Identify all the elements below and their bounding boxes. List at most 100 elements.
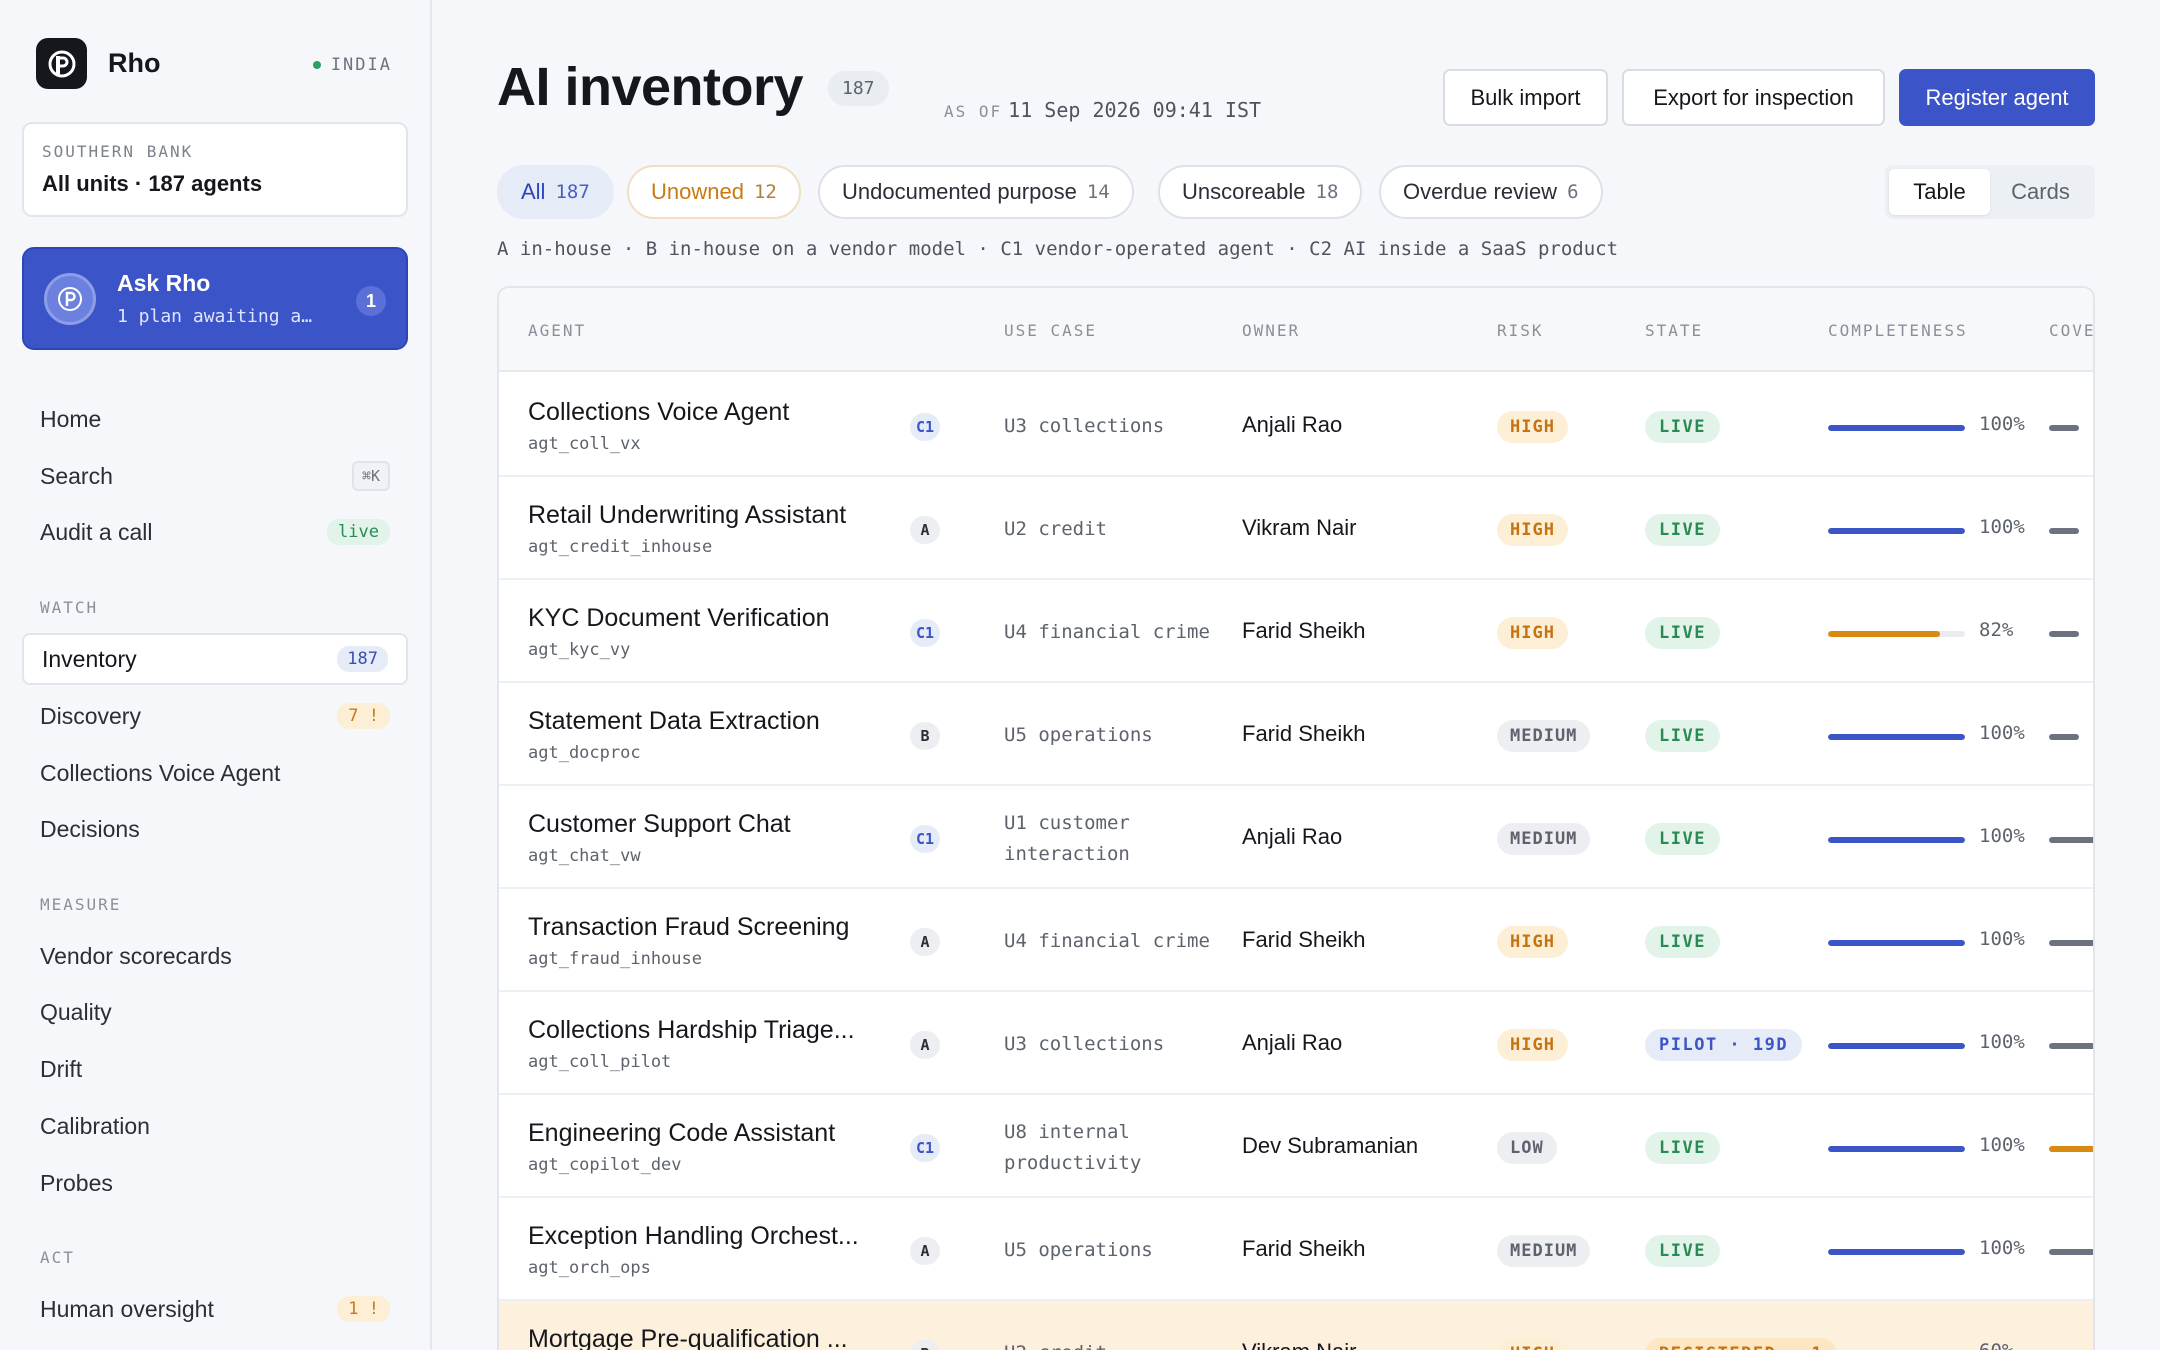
view-cards-tab[interactable]: Cards bbox=[1990, 169, 2091, 215]
table-row[interactable]: Transaction Fraud Screening agt_fraud_inh… bbox=[499, 889, 2093, 992]
col-usecase[interactable]: USE CASE bbox=[1004, 321, 1097, 340]
inventory-count-badge: 187 bbox=[337, 646, 388, 672]
brand[interactable]: Rho bbox=[36, 38, 160, 89]
completeness-bar bbox=[1828, 1249, 1965, 1255]
nav-calibration[interactable]: Calibration bbox=[22, 1100, 408, 1152]
ask-rho-badge: 1 bbox=[356, 286, 386, 316]
register-agent-button[interactable]: Register agent bbox=[1899, 69, 2095, 126]
completeness-fill bbox=[1828, 734, 1965, 740]
unit-selector[interactable]: SOUTHERN BANK All units · 187 agents bbox=[22, 122, 408, 217]
owner: Farid Sheikh bbox=[1242, 618, 1366, 643]
completeness-fill bbox=[1828, 631, 1941, 637]
filter-chip-undocumented[interactable]: Undocumented purpose 14 bbox=[818, 165, 1134, 219]
use-case: U4 financial crime bbox=[1004, 621, 1210, 643]
agent-id: agt_coll_pilot bbox=[528, 1052, 672, 1072]
use-case: U8 internal productivity bbox=[1004, 1121, 1142, 1174]
filter-chip-unscoreable[interactable]: Unscoreable 18 bbox=[1158, 165, 1363, 219]
title-count-badge: 187 bbox=[828, 71, 889, 106]
table-row[interactable]: Retail Underwriting Assistant agt_credit_… bbox=[499, 477, 2093, 580]
nav-home-label: Home bbox=[40, 405, 102, 432]
agent-name[interactable]: KYC Document Verification bbox=[528, 604, 888, 633]
col-coverage[interactable]: COVE bbox=[2049, 321, 2093, 340]
nav-probes[interactable]: Probes bbox=[22, 1157, 408, 1209]
table-row[interactable]: KYC Document Verification agt_kyc_vy C1 U4 … bbox=[499, 580, 2093, 683]
owner: Farid Sheikh bbox=[1242, 721, 1366, 746]
use-case: U4 financial crime bbox=[1004, 930, 1210, 952]
export-inspection-button[interactable]: Export for inspection bbox=[1622, 69, 1885, 126]
oversight-alert-badge: 1 ! bbox=[337, 1296, 390, 1322]
ask-rho-card[interactable]: Ask Rho 1 plan awaiting a… 1 bbox=[22, 247, 408, 350]
table-row[interactable]: Exception Handling Orchest... agt_orch_op… bbox=[499, 1198, 2093, 1301]
table-row[interactable]: Collections Hardship Triage... agt_coll_p… bbox=[499, 992, 2093, 1095]
nav-collections-label: Collections Voice Agent bbox=[40, 759, 281, 786]
agent-name[interactable]: Customer Support Chat bbox=[528, 810, 888, 839]
filter-chip-label: Unowned bbox=[651, 179, 744, 204]
risk-badge: LOW bbox=[1497, 1132, 1557, 1164]
nav-human-oversight[interactable]: Human oversight 1 ! bbox=[22, 1283, 408, 1335]
nav-decisions[interactable]: Decisions bbox=[22, 803, 408, 855]
col-owner[interactable]: OWNER bbox=[1242, 321, 1300, 340]
status-dot-icon bbox=[312, 61, 321, 69]
unit-label: SOUTHERN BANK bbox=[42, 142, 194, 161]
filter-chip-label: All bbox=[521, 179, 546, 204]
nav-quality-label: Quality bbox=[40, 998, 112, 1025]
state-badge: LIVE bbox=[1645, 1235, 1720, 1267]
table-row[interactable]: Mortgage Pre-qualification ... B U2 credit… bbox=[499, 1301, 2093, 1350]
agent-id: agt_kyc_vy bbox=[528, 640, 631, 660]
coverage-bar bbox=[2049, 940, 2093, 946]
coverage-bar bbox=[2049, 528, 2079, 534]
state-badge: PILOT · 19D bbox=[1645, 1029, 1803, 1061]
nav-audit-label: Audit a call bbox=[40, 518, 153, 545]
search-shortcut: ⌘K bbox=[351, 461, 390, 491]
nav-quality[interactable]: Quality bbox=[22, 986, 408, 1038]
completeness-fill bbox=[1828, 528, 1965, 534]
table-row[interactable]: Customer Support Chat agt_chat_vw C1 U1 cus… bbox=[499, 786, 2093, 889]
agent-name[interactable]: Collections Hardship Triage... bbox=[528, 1016, 888, 1045]
agent-name[interactable]: Statement Data Extraction bbox=[528, 707, 888, 736]
agent-type-badge: B bbox=[910, 722, 940, 750]
as-of-value: 11 Sep 2026 09:41 IST bbox=[1008, 98, 1262, 122]
nav-vendor-label: Vendor scorecards bbox=[40, 942, 232, 969]
col-risk[interactable]: RISK bbox=[1497, 321, 1544, 340]
filter-chip-label: Undocumented purpose bbox=[842, 179, 1077, 204]
section-watch: WATCH bbox=[40, 598, 99, 617]
bulk-import-button[interactable]: Bulk import bbox=[1443, 69, 1608, 126]
state-badge: LIVE bbox=[1645, 720, 1720, 752]
nav-audit-call[interactable]: Audit a call live bbox=[22, 506, 408, 558]
filter-chip-overdue[interactable]: Overdue review 6 bbox=[1379, 165, 1603, 219]
use-case: U1 customer interaction bbox=[1004, 812, 1130, 865]
completeness-pct: 100% bbox=[1979, 722, 2025, 744]
filter-chip-count: 18 bbox=[1315, 181, 1339, 203]
filter-chip-unowned[interactable]: Unowned 12 bbox=[627, 165, 801, 219]
nav-drift[interactable]: Drift bbox=[22, 1043, 408, 1095]
filter-chip-all[interactable]: All 187 bbox=[497, 165, 614, 219]
table-row[interactable]: Statement Data Extraction agt_docproc B U5 … bbox=[499, 683, 2093, 786]
completeness-bar bbox=[1828, 1146, 1965, 1152]
col-agent[interactable]: AGENT bbox=[528, 321, 586, 340]
use-case: U2 credit bbox=[1004, 518, 1107, 540]
table-row[interactable]: Engineering Code Assistant agt_copilot_de… bbox=[499, 1095, 2093, 1198]
completeness-pct: 82% bbox=[1979, 619, 2014, 641]
col-state[interactable]: STATE bbox=[1645, 321, 1703, 340]
nav-collections-voice-agent[interactable]: Collections Voice Agent bbox=[22, 747, 408, 799]
filter-chip-label: Unscoreable bbox=[1182, 179, 1306, 204]
nav-search[interactable]: Search ⌘K bbox=[22, 450, 408, 502]
page-title: AI inventory bbox=[497, 57, 804, 117]
view-table-tab[interactable]: Table bbox=[1889, 169, 1990, 215]
table-row[interactable]: Collections Voice Agent agt_coll_vx C1 U3 c… bbox=[499, 374, 2093, 477]
nav-home[interactable]: Home bbox=[22, 393, 408, 445]
coverage-bar bbox=[2049, 1146, 2093, 1152]
owner: Dev Subramanian bbox=[1242, 1133, 1419, 1158]
agent-name[interactable]: Transaction Fraud Screening bbox=[528, 913, 888, 942]
nav-inventory[interactable]: Inventory 187 bbox=[22, 633, 408, 685]
agent-name[interactable]: Exception Handling Orchest... bbox=[528, 1222, 888, 1251]
agent-name[interactable]: Retail Underwriting Assistant bbox=[528, 501, 888, 530]
nav-discovery[interactable]: Discovery 7 ! bbox=[22, 690, 408, 742]
filter-chip-count: 14 bbox=[1086, 181, 1110, 203]
rho-logo-icon bbox=[36, 38, 87, 89]
nav-vendor-scorecards[interactable]: Vendor scorecards bbox=[22, 930, 408, 982]
agent-name[interactable]: Mortgage Pre-qualification ... bbox=[528, 1325, 888, 1350]
agent-name[interactable]: Collections Voice Agent bbox=[528, 398, 888, 427]
col-completeness[interactable]: COMPLETENESS bbox=[1828, 321, 1968, 340]
agent-name[interactable]: Engineering Code Assistant bbox=[528, 1119, 888, 1148]
